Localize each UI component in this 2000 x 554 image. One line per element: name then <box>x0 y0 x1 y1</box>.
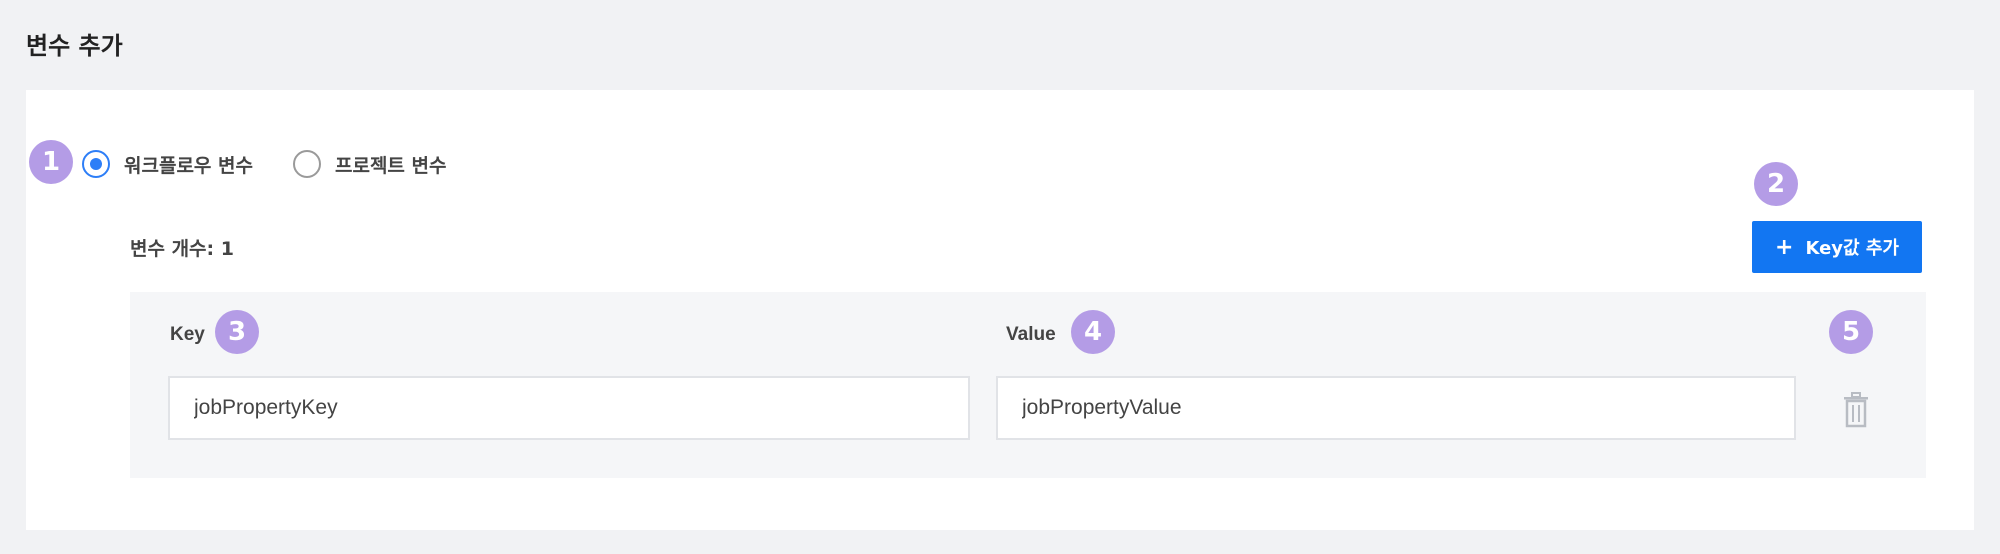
key-input[interactable] <box>168 376 970 440</box>
value-input[interactable] <box>996 376 1796 440</box>
variable-card: 워크플로우 변수 프로젝트 변수 변수 개수: 1 + Key값 추가 Key … <box>26 90 1974 530</box>
annotation-badge-3: 3 <box>215 310 259 354</box>
radio-label-project: 프로젝트 변수 <box>334 154 447 177</box>
key-value-panel: Key Value <box>130 292 1926 478</box>
radio-unchecked-icon[interactable] <box>292 150 321 178</box>
plus-icon: + <box>1775 234 1794 260</box>
add-key-button-label: Key값 추가 <box>1805 238 1899 259</box>
radio-project-variable[interactable]: 프로젝트 변수 <box>292 150 447 178</box>
section-title: 변수 추가 <box>26 32 123 60</box>
value-column-header: Value <box>1006 324 1056 345</box>
annotation-badge-4: 4 <box>1071 310 1115 354</box>
radio-workflow-variable[interactable]: 워크플로우 변수 <box>82 150 253 178</box>
variable-type-radio-group: 워크플로우 변수 프로젝트 변수 <box>82 150 486 178</box>
key-column-header: Key <box>170 324 205 345</box>
trash-icon[interactable] <box>1840 392 1872 428</box>
add-key-button[interactable]: + Key값 추가 <box>1752 221 1922 273</box>
radio-label-workflow: 워크플로우 변수 <box>124 154 253 177</box>
page: 변수 추가 워크플로우 변수 프로젝트 변수 변수 개수: 1 + Key값 추… <box>0 0 2000 554</box>
annotation-badge-5: 5 <box>1829 310 1873 354</box>
annotation-badge-1: 1 <box>29 140 73 184</box>
annotation-badge-2: 2 <box>1754 162 1798 206</box>
radio-checked-icon[interactable] <box>82 150 110 178</box>
variable-count: 변수 개수: 1 <box>130 238 234 260</box>
